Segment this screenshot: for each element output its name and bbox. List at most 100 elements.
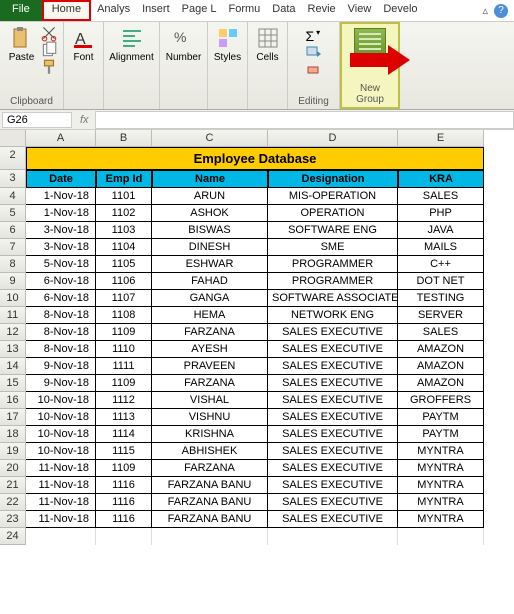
cell[interactable]: 1115 — [96, 443, 152, 460]
font-button[interactable]: A Font — [68, 24, 100, 65]
col-header-A[interactable]: A — [26, 130, 96, 147]
row-header[interactable]: 15 — [0, 375, 26, 392]
row-header[interactable]: 17 — [0, 409, 26, 426]
tab-revie[interactable]: Revie — [302, 0, 342, 21]
cell[interactable]: 1116 — [96, 477, 152, 494]
cell[interactable]: 3-Nov-18 — [26, 222, 96, 239]
cell[interactable]: 10-Nov-18 — [26, 443, 96, 460]
row-header[interactable]: 21 — [0, 477, 26, 494]
cell[interactable]: FARZANA BANU — [152, 494, 268, 511]
cell[interactable]: AMAZON — [398, 358, 484, 375]
col-header-C[interactable]: C — [152, 130, 268, 147]
cell[interactable]: 6-Nov-18 — [26, 273, 96, 290]
cell[interactable]: DOT NET — [398, 273, 484, 290]
row-header[interactable]: 11 — [0, 307, 26, 324]
cell[interactable]: 1109 — [96, 460, 152, 477]
row-header[interactable]: 7 — [0, 239, 26, 256]
cell[interactable]: 10-Nov-18 — [26, 426, 96, 443]
cell[interactable] — [96, 528, 152, 545]
cell[interactable]: 1105 — [96, 256, 152, 273]
row-header[interactable]: 2 — [0, 147, 26, 170]
ribbon-minimize-icon[interactable]: ▵ — [482, 4, 488, 17]
cell[interactable]: AYESH — [152, 341, 268, 358]
cell[interactable]: SALES EXECUTIVE — [268, 426, 398, 443]
cell[interactable]: SALES EXECUTIVE — [268, 392, 398, 409]
cell[interactable]: FARZANA — [152, 375, 268, 392]
row-header[interactable]: 12 — [0, 324, 26, 341]
cell[interactable]: MYNTRA — [398, 511, 484, 528]
cell[interactable]: 1111 — [96, 358, 152, 375]
cell[interactable]: 8-Nov-18 — [26, 307, 96, 324]
tab-insert[interactable]: Insert — [136, 0, 176, 21]
cell[interactable]: 1116 — [96, 494, 152, 511]
row-header[interactable]: 10 — [0, 290, 26, 307]
cell[interactable]: MYNTRA — [398, 494, 484, 511]
autosum-icon[interactable]: Σ — [306, 28, 315, 44]
cell[interactable]: GROFFERS — [398, 392, 484, 409]
cell[interactable]: NETWORK ENG — [268, 307, 398, 324]
cell[interactable]: SOFTWARE ENG — [268, 222, 398, 239]
cell[interactable]: 9-Nov-18 — [26, 375, 96, 392]
cell[interactable]: MIS-OPERATION — [268, 188, 398, 205]
cell[interactable]: GANGA — [152, 290, 268, 307]
cell[interactable]: 11-Nov-18 — [26, 511, 96, 528]
cell[interactable]: FARZANA — [152, 460, 268, 477]
cell[interactable]: PHP — [398, 205, 484, 222]
cell[interactable]: ESHWAR — [152, 256, 268, 273]
cell[interactable]: FARZANA BANU — [152, 511, 268, 528]
name-box[interactable] — [2, 112, 72, 128]
cell[interactable]: PROGRAMMER — [268, 273, 398, 290]
cell[interactable]: 10-Nov-18 — [26, 409, 96, 426]
col-header-B[interactable]: B — [96, 130, 152, 147]
cell[interactable] — [268, 528, 398, 545]
cell[interactable]: 1103 — [96, 222, 152, 239]
cell[interactable]: VISHNU — [152, 409, 268, 426]
cell[interactable]: 1113 — [96, 409, 152, 426]
cell[interactable]: SALES EXECUTIVE — [268, 443, 398, 460]
cell[interactable]: 1112 — [96, 392, 152, 409]
select-all-corner[interactable] — [0, 130, 26, 147]
cell[interactable]: 1106 — [96, 273, 152, 290]
row-header[interactable]: 9 — [0, 273, 26, 290]
cell[interactable]: SALES EXECUTIVE — [268, 341, 398, 358]
cell[interactable]: SME — [268, 239, 398, 256]
tab-data[interactable]: Data — [266, 0, 301, 21]
cells-button[interactable]: Cells — [252, 24, 284, 65]
cell[interactable]: AMAZON — [398, 341, 484, 358]
cell[interactable]: 5-Nov-18 — [26, 256, 96, 273]
tab-develo[interactable]: Develo — [377, 0, 423, 21]
cell[interactable]: SALES EXECUTIVE — [268, 460, 398, 477]
number-button[interactable]: % Number — [162, 24, 206, 65]
cell[interactable]: 1114 — [96, 426, 152, 443]
fill-icon[interactable] — [306, 46, 322, 61]
alignment-button[interactable]: Alignment — [105, 24, 157, 65]
cell[interactable]: ASHOK — [152, 205, 268, 222]
cell[interactable]: 1-Nov-18 — [26, 205, 96, 222]
cell[interactable]: AMAZON — [398, 375, 484, 392]
cell[interactable]: SALES — [398, 188, 484, 205]
cell[interactable]: SALES EXECUTIVE — [268, 324, 398, 341]
styles-button[interactable]: Styles — [210, 24, 245, 65]
cell[interactable]: SOFTWARE ASSOCIATE — [268, 290, 398, 307]
cut-button[interactable] — [40, 24, 58, 40]
cell[interactable]: MYNTRA — [398, 477, 484, 494]
cell[interactable]: SALES EXECUTIVE — [268, 511, 398, 528]
cell[interactable]: 10-Nov-18 — [26, 392, 96, 409]
col-header-E[interactable]: E — [398, 130, 484, 147]
tab-view[interactable]: View — [342, 0, 378, 21]
cell[interactable]: HEMA — [152, 307, 268, 324]
cell[interactable]: 9-Nov-18 — [26, 358, 96, 375]
cell[interactable]: FARZANA BANU — [152, 477, 268, 494]
tab-analys[interactable]: Analys — [91, 0, 136, 21]
cell[interactable]: SALES EXECUTIVE — [268, 494, 398, 511]
cell[interactable]: SALES EXECUTIVE — [268, 409, 398, 426]
cell[interactable] — [398, 528, 484, 545]
format-painter-button[interactable] — [40, 58, 58, 74]
help-icon[interactable]: ? — [494, 4, 508, 18]
cell[interactable]: 1104 — [96, 239, 152, 256]
row-header[interactable]: 24 — [0, 528, 26, 545]
row-header[interactable]: 16 — [0, 392, 26, 409]
cell[interactable]: 1109 — [96, 324, 152, 341]
formula-input[interactable] — [95, 111, 514, 129]
cell[interactable]: 8-Nov-18 — [26, 324, 96, 341]
